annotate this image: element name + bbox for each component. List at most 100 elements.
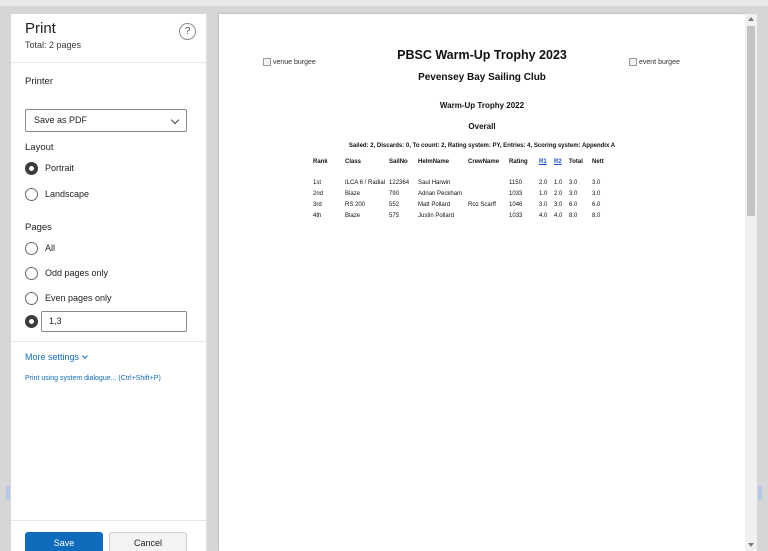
table-cell: 3.0 (569, 190, 578, 197)
radio-icon (25, 188, 38, 201)
preview-scrollbar[interactable] (745, 14, 757, 551)
printer-select-value: Save as PDF (34, 115, 88, 125)
radio-selected-icon (25, 315, 38, 328)
table-cell: 3.0 (592, 190, 601, 197)
table-row: 3rd RS 200 552 Matt Pollard Roz Scarff 1… (313, 199, 608, 210)
table-cell: Blaze (345, 212, 361, 219)
table-spacer-row (313, 168, 608, 177)
radio-icon (25, 292, 38, 305)
table-row: 2nd Blaze 790 Adrian Peckham 1033 1.0 2.… (313, 188, 608, 199)
divider (11, 341, 207, 342)
table-cell: ILCA 6 / Radial (345, 179, 386, 186)
scroll-up-icon[interactable] (748, 17, 754, 21)
table-cell: 2.0 (539, 179, 548, 186)
printer-select[interactable]: Save as PDF (25, 109, 187, 132)
table-cell: 8.0 (592, 212, 601, 219)
table-cell: 1033 (509, 212, 523, 219)
event-name: Warm-Up Trophy 2022 (439, 101, 525, 110)
pages-all-label: All (45, 243, 56, 253)
results-title: PBSC Warm-Up Trophy 2023 (397, 48, 567, 62)
table-cell: Adrian Peckham (418, 190, 463, 197)
layout-landscape-label: Landscape (45, 189, 90, 199)
table-cell: Matt Pollard (418, 201, 451, 208)
background-fragment (6, 486, 10, 500)
results-group: Overall (468, 122, 496, 131)
table-header-row: Rank Class SailNo HelmName CrewName Rati… (313, 156, 608, 168)
club-name: Pevensey Bay Sailing Club (418, 72, 546, 83)
pages-even-label: Even pages only (45, 293, 112, 303)
table-cell (468, 177, 509, 188)
table-cell: 790 (389, 190, 400, 197)
table-cell (468, 188, 509, 199)
column-header: SailNo (389, 159, 408, 165)
table-cell: 1150 (509, 179, 522, 186)
table-cell: 552 (389, 201, 400, 208)
column-header: Class (345, 159, 362, 165)
column-header: Nett (592, 159, 604, 165)
custom-pages-input[interactable]: 1,3 (41, 311, 187, 332)
table-cell: 2.0 (554, 190, 563, 197)
divider (11, 62, 207, 63)
table-cell: 4.0 (554, 212, 563, 219)
more-settings-label: More settings (25, 352, 80, 362)
table-cell: RS 200 (345, 201, 366, 208)
race-link-r2[interactable]: R2 (554, 156, 569, 168)
system-dialog-link[interactable]: Print using system dialogue... (Ctrl+Shi… (25, 375, 161, 382)
save-button[interactable]: Save (25, 532, 103, 551)
table-cell: 3rd (313, 201, 322, 208)
radio-selected-icon (25, 162, 38, 175)
table-cell: 575 (389, 212, 400, 219)
series-summary: Sailed: 2, Discards: 0, To count: 2, Rat… (348, 143, 616, 149)
background-fragment (758, 486, 762, 500)
results-table: Rank Class SailNo HelmName CrewName Rati… (313, 156, 608, 221)
table-cell: Blaze (345, 190, 361, 197)
scroll-down-icon[interactable] (748, 543, 754, 547)
print-settings-panel: Print Total: 2 pages ? Printer Save as P… (11, 14, 207, 551)
table-cell: 1st (313, 179, 322, 186)
divider (11, 520, 207, 521)
table-cell: 4th (313, 212, 322, 219)
table-row: 4th Blaze 575 Justin Pollard 1033 4.0 4.… (313, 210, 608, 221)
table-cell: Saul Harwin (418, 179, 451, 186)
column-header: Rating (509, 159, 528, 165)
cancel-button[interactable]: Cancel (109, 532, 187, 551)
table-cell: 3.0 (569, 179, 578, 186)
table-cell: 122364 (389, 179, 410, 186)
table-cell: Justin Pollard (418, 212, 455, 219)
more-settings-link[interactable]: More settings (25, 352, 88, 362)
print-preview-page: venue burgee event burgee PBSC Warm-Up T… (219, 14, 745, 551)
table-cell: 2nd (313, 190, 324, 197)
pages-odd-label: Odd pages only (45, 268, 109, 278)
dialog-title: Print (25, 20, 56, 37)
help-icon[interactable]: ? (179, 23, 196, 40)
chevron-down-icon (170, 115, 180, 125)
column-header: Rank (313, 159, 328, 165)
column-header: CrewName (468, 159, 500, 165)
pages-section-label: Pages (25, 222, 52, 233)
race-link-r1[interactable]: R1 (539, 156, 554, 168)
table-cell: 1.0 (539, 190, 548, 197)
table-cell: 3.0 (539, 201, 548, 208)
layout-portrait-label: Portrait (45, 163, 75, 173)
scrollbar-thumb[interactable] (747, 26, 755, 216)
table-cell: 4.0 (539, 212, 548, 219)
layout-section-label: Layout (25, 142, 54, 153)
radio-icon (25, 242, 38, 255)
table-cell: 6.0 (569, 201, 578, 208)
table-cell: 8.0 (569, 212, 578, 219)
table-cell: 1033 (509, 190, 523, 197)
table-cell: 1046 (509, 201, 523, 208)
table-cell: 3.0 (554, 201, 563, 208)
chevron-down-icon (82, 353, 88, 359)
table-cell (468, 210, 509, 221)
table-cell: 3.0 (592, 179, 601, 186)
table-cell: 1.0 (554, 179, 563, 186)
column-header: Total (569, 159, 583, 165)
table-cell: Roz Scarff (468, 201, 496, 208)
table-row: 1st ILCA 6 / Radial 122364 Saul Harwin 1… (313, 177, 608, 188)
total-pages-label: Total: 2 pages (25, 40, 82, 50)
column-header: HelmName (418, 159, 450, 165)
table-cell: 6.0 (592, 201, 601, 208)
printer-section-label: Printer (25, 76, 53, 87)
radio-icon (25, 267, 38, 280)
